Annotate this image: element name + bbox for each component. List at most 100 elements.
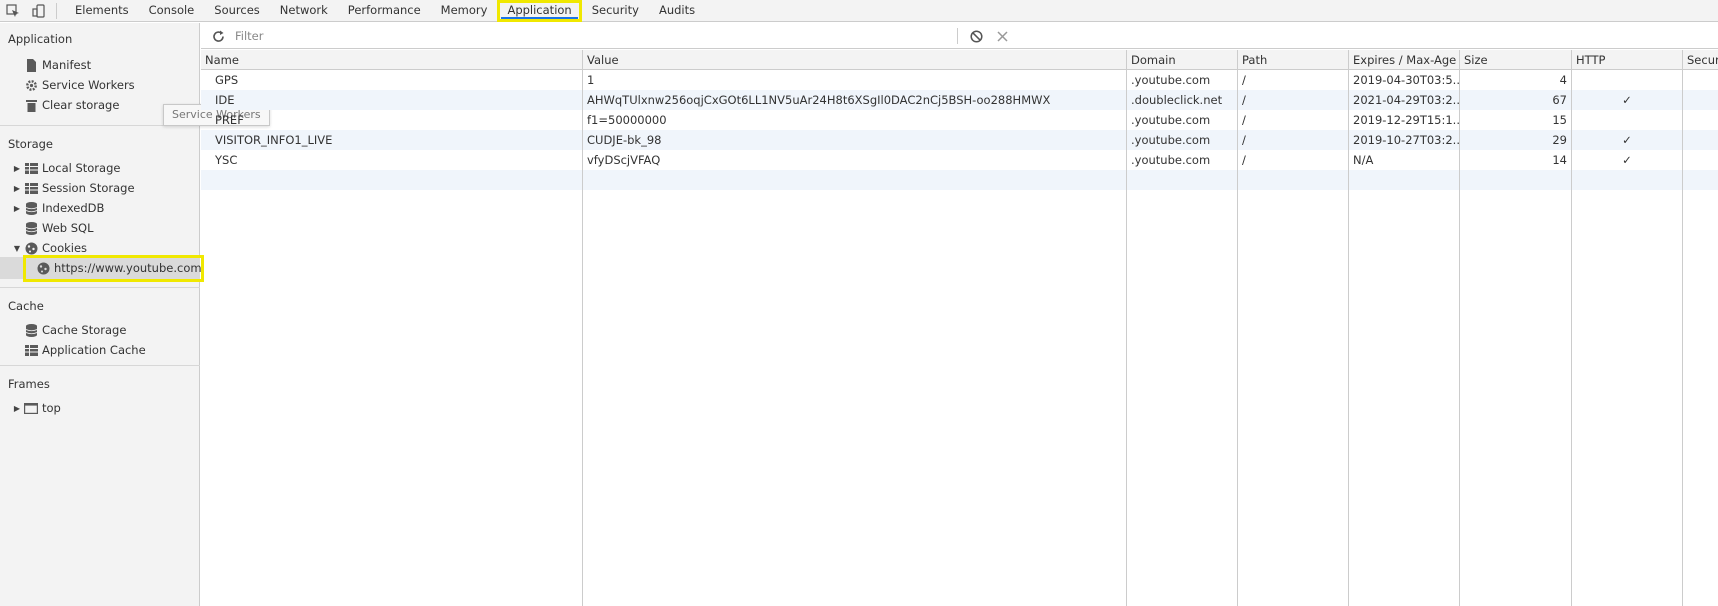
tab-sources[interactable]: Sources [204, 0, 270, 22]
column-header-secure[interactable]: Secure [1683, 50, 1718, 70]
cell-size: 4 [1559, 73, 1567, 87]
sidebar-item-frame-top[interactable]: ▶ top [12, 398, 61, 418]
section-title-frames: Frames [8, 377, 50, 391]
sidebar-item-label: Service Workers [42, 78, 135, 92]
trash-icon [24, 98, 38, 112]
table-row-empty [201, 170, 1718, 190]
table-icon [24, 343, 38, 357]
expand-arrow-icon[interactable]: ▶ [12, 204, 22, 213]
document-icon [24, 58, 38, 72]
sidebar-item-label: IndexedDB [42, 201, 105, 215]
sidebar-item-local-storage[interactable]: ▶ Local Storage [12, 158, 121, 178]
cell-http: ✓ [1622, 153, 1632, 167]
cell-size: 15 [1552, 113, 1567, 127]
cell-name: PREF [215, 113, 244, 127]
sidebar-item-session-storage[interactable]: ▶ Session Storage [12, 178, 135, 198]
cell-size: 67 [1552, 93, 1567, 107]
cell-value: 1 [587, 73, 595, 87]
collapse-arrow-icon[interactable]: ▼ [12, 244, 22, 253]
cookie-icon [24, 241, 38, 255]
cell-value: AHWqTUlxnw256oqjCxGOt6LL1NV5uAr24H8t6XSg… [587, 93, 1051, 107]
cell-name: GPS [215, 73, 239, 87]
tab-security[interactable]: Security [582, 0, 649, 22]
sidebar-item-label: Application Cache [42, 343, 146, 357]
section-divider [0, 287, 200, 288]
gear-icon [24, 78, 38, 92]
cell-expires: N/A [1353, 153, 1374, 167]
tab-audits[interactable]: Audits [649, 0, 705, 22]
sidebar-item-label: Session Storage [42, 181, 135, 195]
column-header-size[interactable]: Size [1460, 50, 1571, 70]
frame-icon [24, 401, 38, 415]
database-icon [24, 201, 38, 215]
tab-application[interactable]: Application [497, 0, 582, 22]
sidebar-item-label: Cookies [42, 241, 88, 255]
cell-name: VISITOR_INFO1_LIVE [215, 133, 333, 147]
toolbar-divider [56, 2, 57, 19]
cell-expires: 2019-12-29T15:1... [1353, 113, 1459, 127]
cookies-table: Name Value Domain Path Expires / Max-Age… [201, 50, 1718, 606]
sidebar-item-label: Clear storage [42, 98, 120, 112]
sidebar-item-label: top [42, 401, 61, 415]
cell-value: vfyDScjVFAQ [587, 153, 661, 167]
database-icon [24, 323, 38, 337]
toolbar-divider [957, 28, 958, 44]
filter-input[interactable] [233, 26, 953, 46]
expand-arrow-icon[interactable]: ▶ [12, 164, 22, 173]
sidebar-item-indexeddb[interactable]: ▶ IndexedDB [12, 198, 105, 218]
section-divider [0, 365, 200, 366]
refresh-icon[interactable] [209, 27, 227, 45]
sidebar-item-manifest[interactable]: Manifest [24, 55, 91, 75]
device-toolbar-icon[interactable] [26, 0, 52, 22]
sidebar-item-web-sql[interactable]: Web SQL [24, 218, 94, 238]
clear-all-icon[interactable] [967, 27, 985, 45]
column-header-value[interactable]: Value [583, 50, 1126, 70]
cell-path: / [1242, 113, 1246, 127]
column-header-name[interactable]: Name [201, 50, 582, 70]
cell-http: ✓ [1622, 93, 1632, 107]
cell-domain: .youtube.com [1131, 113, 1211, 127]
cell-value: CUDJE-bk_98 [587, 133, 662, 147]
cell-size: 29 [1552, 133, 1567, 147]
cell-http [1572, 70, 1682, 90]
sidebar-item-application-cache[interactable]: Application Cache [24, 340, 146, 360]
section-title-application: Application [8, 32, 73, 46]
column-header-path[interactable]: Path [1238, 50, 1348, 70]
section-title-cache: Cache [8, 299, 44, 313]
column-header-expires[interactable]: Expires / Max-Age [1349, 50, 1459, 70]
expand-arrow-icon[interactable]: ▶ [12, 404, 22, 413]
table-icon [24, 181, 38, 195]
sidebar-item-label: Web SQL [42, 221, 94, 235]
cell-expires: 2019-10-27T03:2... [1353, 133, 1459, 147]
expand-arrow-icon[interactable]: ▶ [12, 184, 22, 193]
cell-http [1572, 110, 1682, 130]
cell-value: f1=50000000 [587, 113, 667, 127]
column-header-domain[interactable]: Domain [1127, 50, 1237, 70]
cell-domain: .doubleclick.net [1131, 93, 1223, 107]
delete-selected-icon[interactable] [993, 27, 1011, 45]
sidebar-item-clear-storage[interactable]: Clear storage [24, 95, 119, 115]
tab-performance[interactable]: Performance [338, 0, 431, 22]
tab-network[interactable]: Network [270, 0, 338, 22]
cell-path: / [1242, 73, 1246, 87]
highlight-box [23, 255, 204, 282]
cell-http: ✓ [1622, 133, 1632, 147]
sidebar-item-cache-storage[interactable]: Cache Storage [24, 320, 126, 340]
cookie-filter-bar [201, 23, 1718, 49]
cell-path: / [1242, 93, 1246, 107]
cell-size: 14 [1552, 153, 1567, 167]
tab-memory[interactable]: Memory [431, 0, 498, 22]
cell-domain: .youtube.com [1131, 73, 1211, 87]
section-title-storage: Storage [8, 137, 53, 151]
column-divider[interactable] [1682, 50, 1683, 606]
tab-console[interactable]: Console [139, 0, 205, 22]
tab-elements[interactable]: Elements [65, 0, 139, 22]
inspect-element-icon[interactable] [0, 0, 26, 22]
cell-domain: .youtube.com [1131, 133, 1211, 147]
column-header-http[interactable]: HTTP [1572, 50, 1682, 70]
cell-name: YSC [215, 153, 238, 167]
cell-domain: .youtube.com [1131, 153, 1211, 167]
sidebar-item-service-workers[interactable]: Service Workers [24, 75, 135, 95]
sidebar-item-label: Local Storage [42, 161, 121, 175]
sidebar-item-label: Cache Storage [42, 323, 127, 337]
